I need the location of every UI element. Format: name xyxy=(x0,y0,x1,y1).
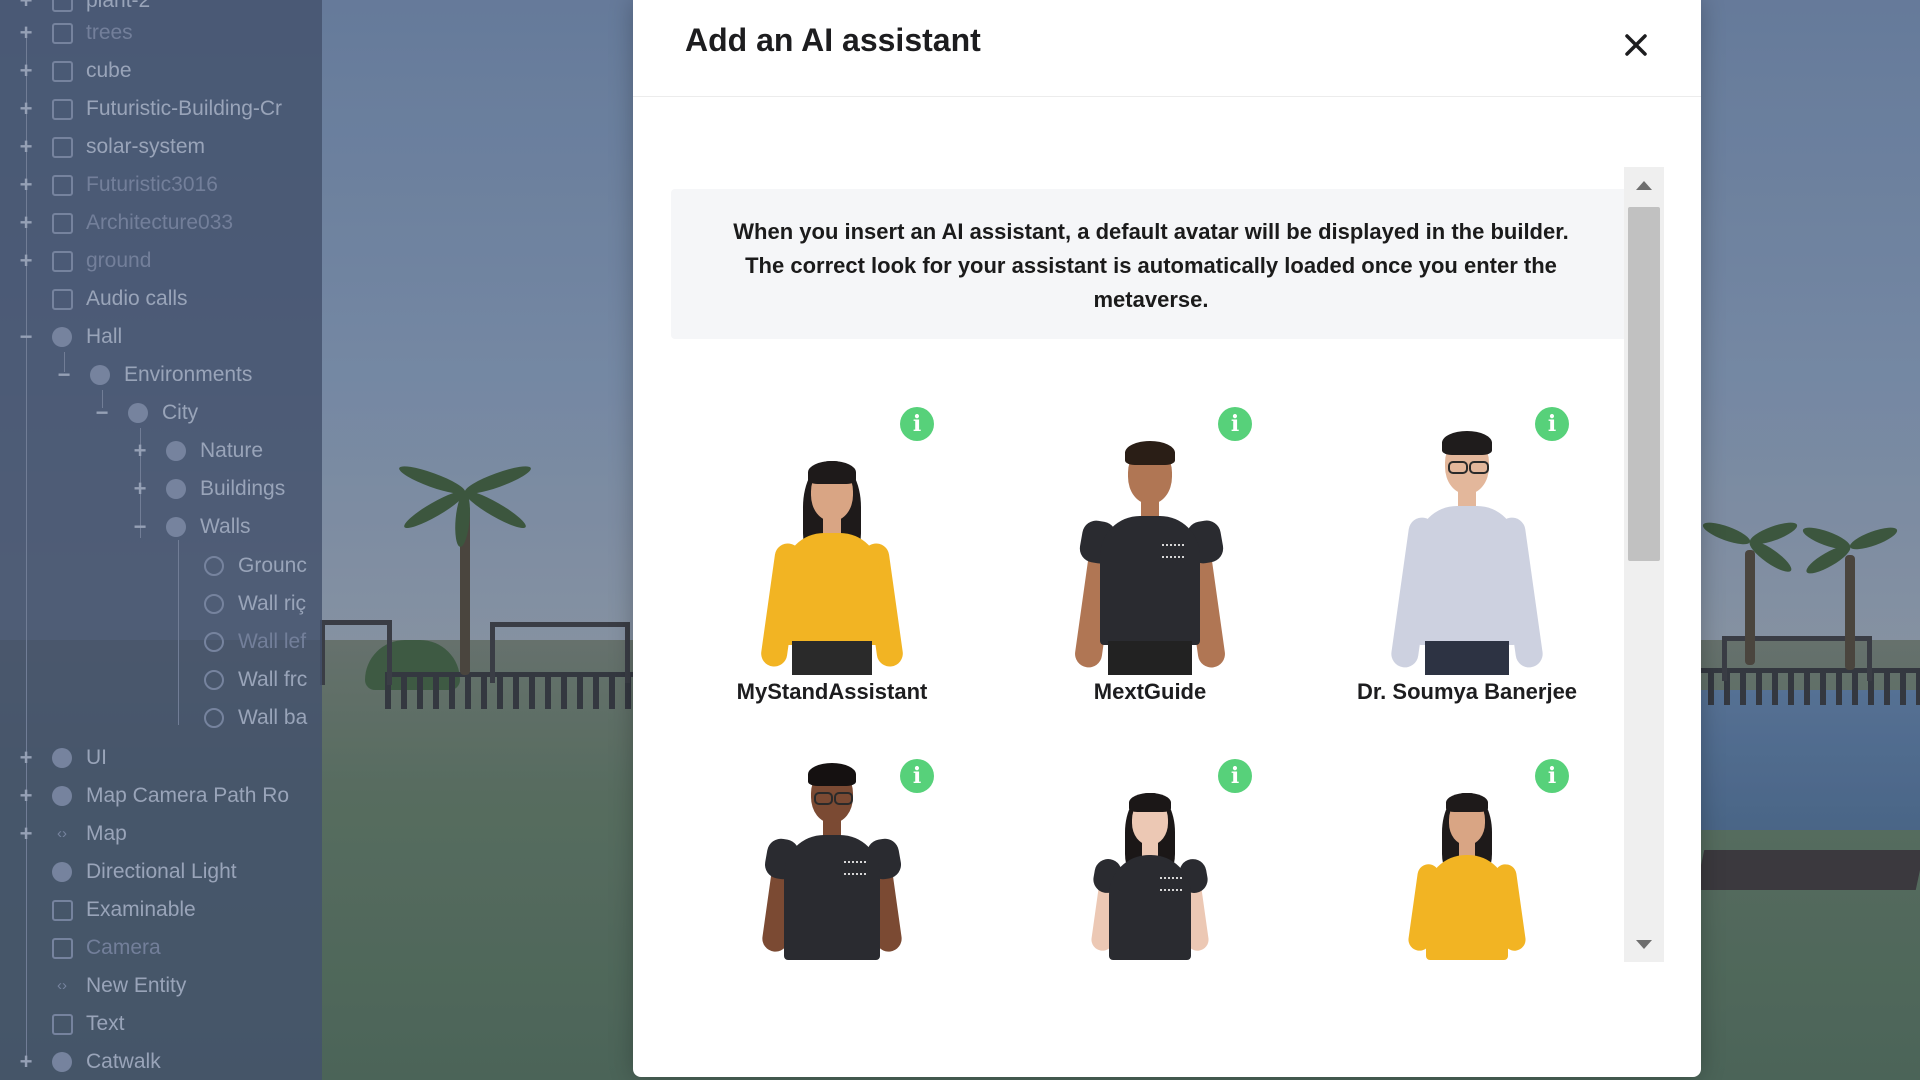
assistant-name: MyStandAssistant xyxy=(736,679,928,704)
assistant-avatar xyxy=(1362,407,1572,675)
scroll-down-button[interactable] xyxy=(1624,926,1664,962)
assistant-avatar xyxy=(732,759,932,960)
assistant-list-scrollbar[interactable] xyxy=(1624,167,1664,962)
builder-notice: When you insert an AI assistant, a defau… xyxy=(671,189,1631,339)
assistant-name: MextGuide xyxy=(1093,679,1207,704)
assistant-card[interactable]: i xyxy=(991,759,1309,960)
dialog-title: Add an AI assistant xyxy=(685,22,981,58)
assistant-name: Dr. Soumya Banerjee xyxy=(1356,679,1578,704)
assistant-card[interactable]: i MextGuide xyxy=(991,407,1309,707)
assistant-card[interactable]: i Dr. Soumya Banerjee xyxy=(1308,407,1626,707)
assistant-card[interactable]: i MyStandAssistant xyxy=(673,407,991,707)
assistant-avatar xyxy=(732,407,932,675)
scrollbar-thumb[interactable] xyxy=(1628,207,1660,561)
app-root: + plant-2 + trees + cube + Futuristic-Building-… xyxy=(0,0,1920,1080)
close-icon xyxy=(1625,34,1647,56)
assistant-avatar xyxy=(1382,759,1552,960)
assistant-card[interactable]: i xyxy=(1308,759,1626,960)
scroll-up-button[interactable] xyxy=(1624,167,1664,203)
assistant-avatar xyxy=(1065,759,1235,960)
dialog-header: Add an AI assistant xyxy=(633,0,1701,97)
close-button[interactable] xyxy=(1613,22,1659,68)
assistant-card[interactable]: i xyxy=(673,759,991,960)
assistant-avatar xyxy=(1045,407,1255,675)
assistant-list[interactable]: When you insert an AI assistant, a defau… xyxy=(671,167,1649,961)
